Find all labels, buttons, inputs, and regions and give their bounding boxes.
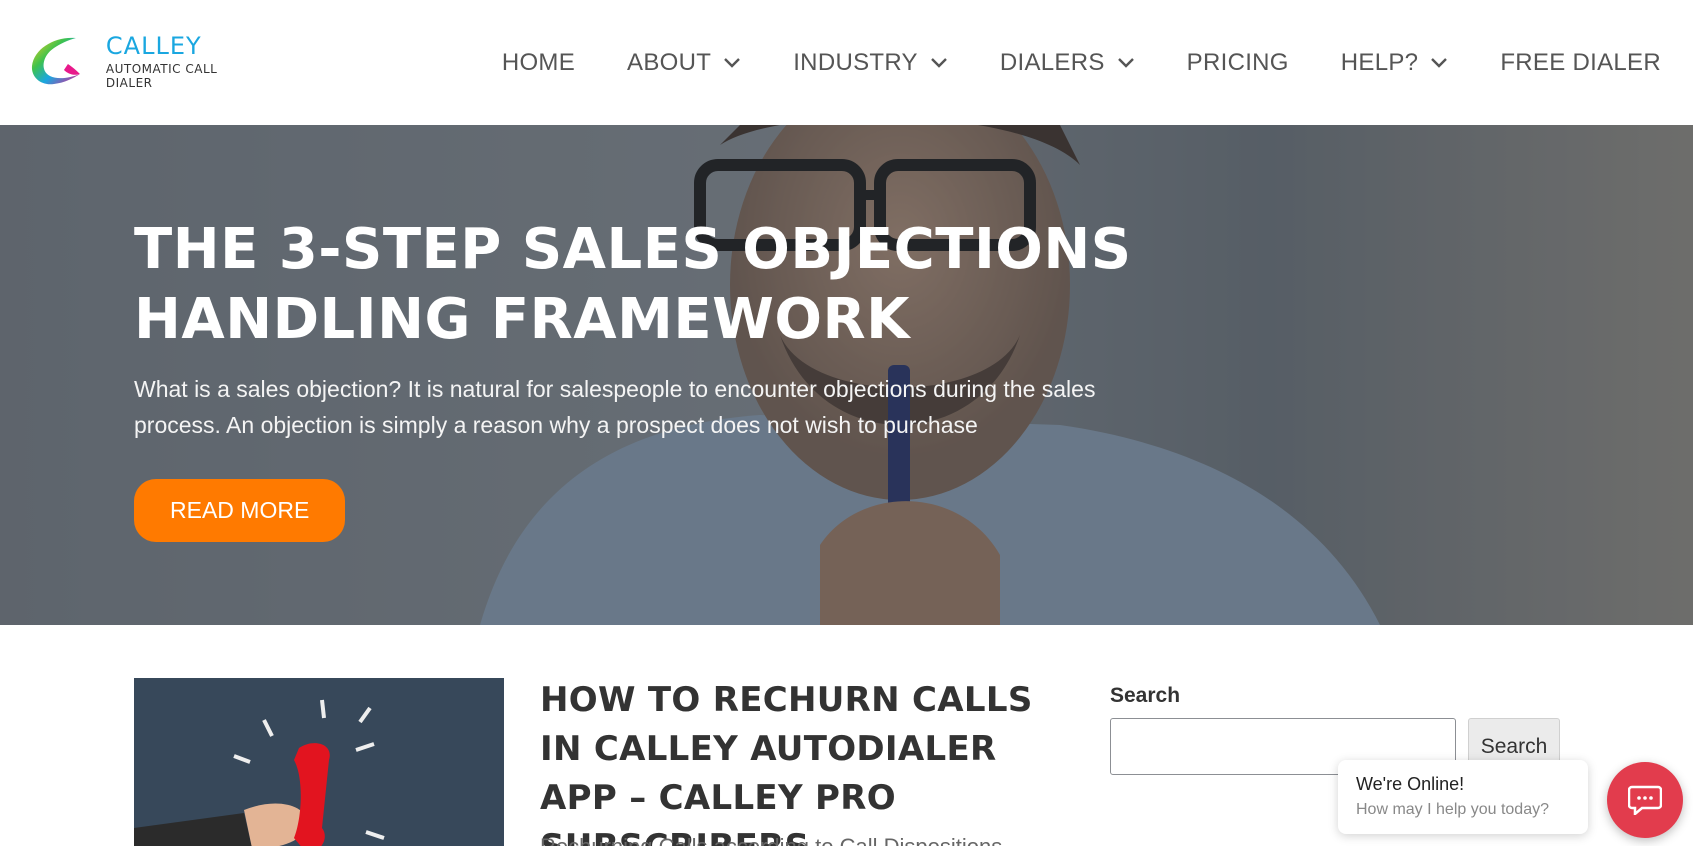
post-title[interactable]: HOW TO RECHURN CALLS IN CALLEY AUTODIALE… (540, 676, 1060, 846)
calley-logo-icon (31, 37, 80, 85)
chevron-down-icon (724, 57, 741, 68)
nav-item-label: ABOUT (627, 48, 712, 76)
nav-item-help[interactable]: HELP? (1341, 49, 1449, 77)
hero-banner: THE 3-STEP SALES OBJECTIONS HANDLING FRA… (0, 125, 1693, 625)
chevron-down-icon (1117, 57, 1134, 68)
main-nav: HOME ABOUT INDUSTRY DIALERS PRICING HELP… (450, 0, 1693, 125)
nav-item-pricing[interactable]: PRICING (1187, 49, 1289, 77)
hero-excerpt: What is a sales objection? It is natural… (134, 376, 1096, 438)
nav-item-label: PRICING (1186, 48, 1289, 76)
nav-item-label: INDUSTRY (793, 48, 918, 76)
chat-icon (1628, 785, 1662, 815)
chat-title: We're Online! (1356, 774, 1465, 794)
hero-title[interactable]: THE 3-STEP SALES OBJECTIONS HANDLING FRA… (134, 215, 1174, 355)
nav-item-about[interactable]: ABOUT (627, 49, 741, 77)
chat-greeting-bubble[interactable]: We're Online! How may I help you today? (1338, 760, 1588, 834)
nav-item-label: HELP? (1340, 48, 1419, 76)
chat-subtitle: How may I help you today? (1356, 801, 1549, 818)
search-label: Search (1110, 684, 1181, 707)
brand-tagline: AUTOMATIC CALL DIALER (105, 62, 218, 90)
chat-launcher-button[interactable] (1607, 762, 1683, 838)
nav-item-industry[interactable]: INDUSTRY (793, 49, 948, 77)
nav-item-label: DIALERS (999, 48, 1105, 76)
nav-item-label: FREE DIALER (1500, 48, 1661, 76)
nav-item-dialers[interactable]: DIALERS (1000, 49, 1135, 77)
chevron-down-icon (1431, 57, 1448, 68)
post-thumbnail[interactable] (134, 678, 504, 846)
post-excerpt: Rechurning Calls according to Call Dispo… (540, 832, 1060, 846)
brand-logo[interactable]: CALLEY AUTOMATIC CALL DIALER (28, 34, 268, 90)
post-thumbnail-image (134, 678, 504, 846)
hero-content: THE 3-STEP SALES OBJECTIONS HANDLING FRA… (134, 215, 1174, 542)
brand-name: CALLEY (105, 32, 202, 60)
read-more-button[interactable]: READ MORE (134, 479, 346, 542)
nav-item-label: HOME (501, 48, 576, 76)
site-header: CALLEY AUTOMATIC CALL DIALER HOME ABOUT … (0, 0, 1693, 125)
chevron-down-icon (931, 57, 947, 68)
nav-item-free-dialer[interactable]: FREE DIALER (1500, 49, 1661, 77)
nav-item-home[interactable]: HOME (502, 49, 575, 77)
